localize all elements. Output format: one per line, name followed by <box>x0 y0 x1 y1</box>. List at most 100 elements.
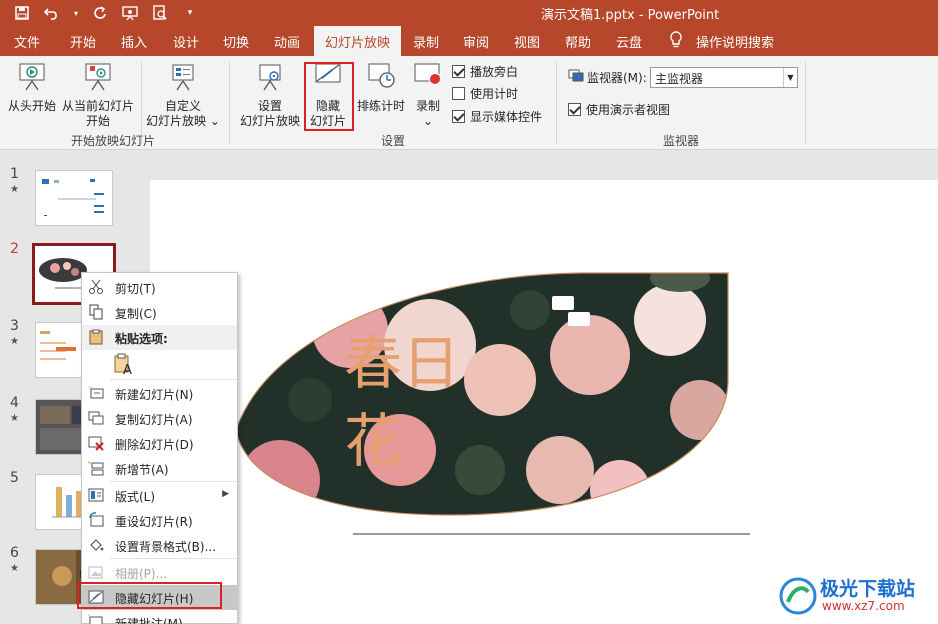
quick-access-toolbar: ▾ ▾ <box>12 3 200 23</box>
ribbon-tabs: 文件 开始 插入 设计 切换 动画 幻灯片放映 录制 审阅 视图 帮助 云盘 操… <box>0 26 938 56</box>
checkbox-checked[interactable] <box>452 110 465 123</box>
menu-label: 设置背景格式(B)... <box>115 540 217 554</box>
present-icon[interactable] <box>120 3 140 23</box>
play-narration-label: 播放旁白 <box>470 65 519 79</box>
menu-item-reset-slide[interactable]: 重设幻灯片(R) <box>82 508 237 533</box>
from-current-button[interactable]: 从当前幻灯片 开始 <box>60 62 136 129</box>
menu-item-format-background[interactable]: 设置背景格式(B)... <box>82 533 237 558</box>
tab-design[interactable]: 设计 <box>173 32 199 51</box>
checkbox-checked[interactable] <box>452 65 465 78</box>
tell-me-search[interactable]: 操作说明搜索 <box>696 32 774 51</box>
tab-file[interactable]: 文件 <box>14 32 40 51</box>
checkbox-unchecked[interactable] <box>452 87 465 100</box>
checkbox-checked[interactable] <box>568 103 581 116</box>
tab-insert[interactable]: 插入 <box>121 32 147 51</box>
animation-star-icon: ★ <box>10 563 19 574</box>
menu-label: 相册(P)... <box>115 567 168 581</box>
record-label: 录制 <box>415 99 440 113</box>
custom-slideshow-button[interactable]: 自定义 幻灯片放映 ⌄ <box>146 62 220 129</box>
watermark: 极光下载站 www.xz7.com <box>778 572 934 620</box>
tab-cloud[interactable]: 云盘 <box>616 32 642 51</box>
ribbon: 从头开始 从当前幻灯片 开始 自定义 幻灯片放映 ⌄ 开始放映幻灯片 设置 幻灯… <box>0 56 938 150</box>
custom-slideshow-label-1: 自定义 <box>164 99 201 113</box>
dropdown-icon[interactable]: ▾ <box>72 3 80 23</box>
slide-number: 1 <box>10 166 19 182</box>
slide-number: 4 <box>10 395 19 411</box>
customize-icon[interactable]: ▾ <box>180 3 200 23</box>
menu-label: 粘贴选项: <box>115 332 168 346</box>
monitor-icon <box>568 69 584 82</box>
slide-canvas[interactable]: 春日 花 <box>150 180 938 624</box>
print-preview-icon[interactable] <box>150 3 170 23</box>
chevron-down-icon: ⌄ <box>422 114 434 128</box>
record-button[interactable]: 录制 ⌄ <box>410 62 446 129</box>
chevron-down-icon[interactable]: ▼ <box>783 68 797 87</box>
play-narration-checkbox[interactable]: 播放旁白 <box>452 63 518 80</box>
new-slide-icon <box>89 386 104 399</box>
layout-icon <box>88 488 104 502</box>
save-icon[interactable] <box>12 3 32 23</box>
custom-slideshow-label-2: 幻灯片放映 <box>146 114 207 128</box>
slide-thumbnail[interactable] <box>35 170 113 226</box>
slide-number: 3 <box>10 318 19 334</box>
paste-text-only-icon[interactable]: A <box>114 353 134 375</box>
menu-item-new-section[interactable]: 新增节(A) <box>82 456 237 481</box>
slide-number: 6 <box>10 545 19 561</box>
hide-slide-menu-highlight <box>77 582 222 609</box>
use-timings-checkbox[interactable]: 使用计时 <box>452 85 518 102</box>
menu-item-new-slide[interactable]: 新建幻灯片(N) <box>82 381 237 406</box>
slide-title-line2[interactable]: 花 <box>344 408 402 474</box>
setup-label-1: 设置 <box>257 99 282 113</box>
stopwatch-icon <box>368 63 395 88</box>
tab-review[interactable]: 审阅 <box>463 32 489 51</box>
menu-label: 版式(L) <box>115 490 156 504</box>
tab-help[interactable]: 帮助 <box>565 32 591 51</box>
presenter-view-checkbox[interactable]: 使用演示者视图 <box>568 101 670 118</box>
show-media-controls-label: 显示媒体控件 <box>470 110 543 124</box>
tab-home[interactable]: 开始 <box>70 32 96 51</box>
rehearse-label: 排练计时 <box>356 99 405 113</box>
redo-icon[interactable] <box>90 3 110 23</box>
menu-label: 删除幻灯片(D) <box>115 438 194 452</box>
setup-slideshow-icon <box>259 64 281 91</box>
menu-paste-keep-text[interactable]: A <box>82 351 237 379</box>
svg-text:A: A <box>123 363 132 375</box>
tab-slideshow[interactable]: 幻灯片放映 <box>314 26 402 56</box>
menu-separator <box>110 558 237 559</box>
title-bar: ▾ ▾ 演示文稿1.pptx - PowerPoint <box>0 0 938 26</box>
play-from-start-icon <box>19 63 45 91</box>
menu-item-new-comment[interactable]: 新建批注(M) <box>82 610 237 624</box>
menu-item-cut[interactable]: 剪切(T) <box>82 275 237 300</box>
menu-item-layout[interactable]: 版式(L) ▶ <box>82 483 237 508</box>
new-comment-icon <box>88 614 103 624</box>
context-menu: 剪切(T) 复制(C) 粘贴选项: A 新建幻灯片(N) 复制幻灯片(A) 删除… <box>81 272 238 624</box>
tab-view[interactable]: 视图 <box>514 32 540 51</box>
from-current-label-1: 从当前幻灯片 <box>61 99 134 113</box>
play-from-current-icon <box>85 63 111 91</box>
menu-item-delete-slide[interactable]: 删除幻灯片(D) <box>82 431 237 456</box>
tab-record[interactable]: 录制 <box>413 32 439 51</box>
setup-slideshow-button[interactable]: 设置 幻灯片放映 <box>238 62 302 129</box>
monitor-select[interactable]: 主监视器 ▼ <box>650 67 798 88</box>
menu-separator <box>110 481 237 482</box>
group-divider <box>556 62 557 144</box>
watermark-text: 极光下载站 <box>820 578 916 600</box>
menu-item-copy[interactable]: 复制(C) <box>82 300 237 325</box>
menu-label: 重设幻灯片(R) <box>115 515 193 529</box>
use-timings-label: 使用计时 <box>470 87 519 101</box>
tab-transitions[interactable]: 切换 <box>223 32 249 51</box>
chevron-down-icon: ⌄ <box>209 114 220 128</box>
menu-item-duplicate-slide[interactable]: 复制幻灯片(A) <box>82 406 237 431</box>
undo-icon[interactable] <box>42 3 62 23</box>
submenu-arrow-icon: ▶ <box>222 489 229 499</box>
animation-star-icon: ★ <box>10 184 19 195</box>
custom-slideshow-icon <box>172 64 194 91</box>
slide-title-line1[interactable]: 春日 <box>344 330 460 396</box>
watermark-logo-icon <box>779 577 817 615</box>
tab-animations[interactable]: 动画 <box>274 32 300 51</box>
group-divider <box>229 62 230 144</box>
from-beginning-button[interactable]: 从头开始 <box>6 62 58 114</box>
photo-album-icon <box>88 566 103 579</box>
rehearse-timings-button[interactable]: 排练计时 <box>356 62 406 114</box>
show-media-controls-checkbox[interactable]: 显示媒体控件 <box>452 108 542 125</box>
